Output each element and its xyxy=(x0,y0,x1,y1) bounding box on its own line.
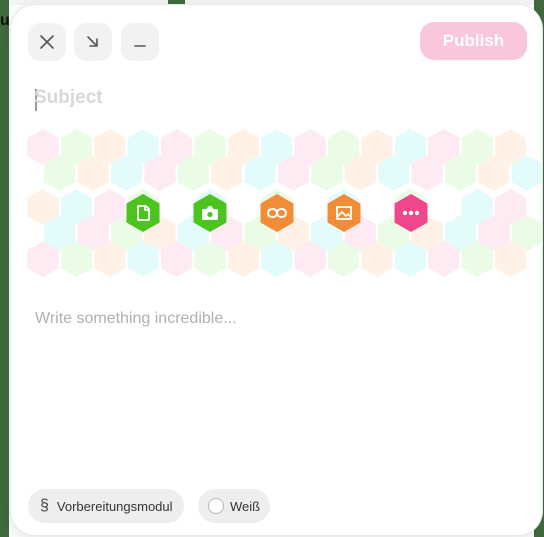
theme-chip[interactable]: Weiß xyxy=(198,489,270,523)
subject-input[interactable]: Subject xyxy=(34,87,474,109)
theme-chip-label: Weiß xyxy=(230,498,261,514)
section-icon: § xyxy=(40,497,49,514)
minimize-icon xyxy=(134,45,146,47)
expand-button[interactable] xyxy=(74,23,112,61)
compose-modal: Publish Subject Write something incredib… xyxy=(11,5,542,535)
module-chip[interactable]: § Vorbereitungsmodul xyxy=(28,489,184,523)
more-icon xyxy=(402,210,420,216)
body-input[interactable]: Write something incredible... xyxy=(35,310,515,328)
theme-radio[interactable] xyxy=(208,498,224,514)
publish-button[interactable]: Publish xyxy=(420,22,527,60)
close-icon xyxy=(40,35,54,49)
background-top-accent xyxy=(168,0,185,4)
background-text-left: u xyxy=(0,12,10,29)
arrow-down-right-icon xyxy=(87,36,98,47)
module-chip-label: Vorbereitungsmodul xyxy=(56,498,173,514)
close-button[interactable] xyxy=(28,23,66,61)
media-hex-grid xyxy=(27,129,542,277)
background-left-strip xyxy=(0,0,9,537)
minimize-button[interactable] xyxy=(121,23,159,61)
